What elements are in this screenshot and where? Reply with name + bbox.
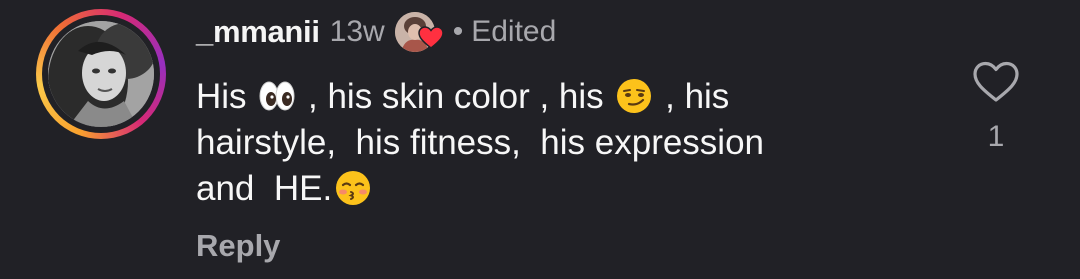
username[interactable]: _mmanii — [196, 14, 320, 50]
comment-item: _mmanii 13w • Edited His , his skin colo… — [0, 0, 1080, 279]
comment-text: His , his skin color , his , his hairsty… — [196, 74, 936, 212]
avatar[interactable] — [36, 9, 166, 139]
heart-outline-icon — [973, 61, 1019, 102]
comment-text-segment: and HE. — [196, 169, 333, 208]
heart-filled-icon — [417, 26, 444, 49]
comment-text-segment: hairstyle, his fitness, his expression — [196, 123, 765, 162]
eyes-emoji-icon — [258, 77, 296, 115]
comment-header: _mmanii 13w • Edited — [196, 12, 556, 52]
smirking-face-emoji-icon — [615, 77, 653, 115]
reply-button[interactable]: Reply — [196, 228, 280, 264]
edited-label: Edited — [471, 15, 557, 48]
comment-text-segment: His — [196, 77, 257, 116]
like-count[interactable]: 1 — [984, 120, 1008, 154]
like-button[interactable] — [972, 60, 1020, 104]
avatar-portrait-icon — [48, 21, 154, 127]
separator-dot: • — [452, 15, 464, 48]
liked-by-creator-badge — [394, 12, 444, 52]
avatar-photo — [48, 21, 154, 127]
comment-text-segment: , his — [655, 77, 730, 116]
kissing-face-emoji-icon — [334, 169, 372, 207]
timestamp: 13w — [329, 15, 385, 48]
comment-text-segment: , his skin color , his — [298, 77, 614, 116]
